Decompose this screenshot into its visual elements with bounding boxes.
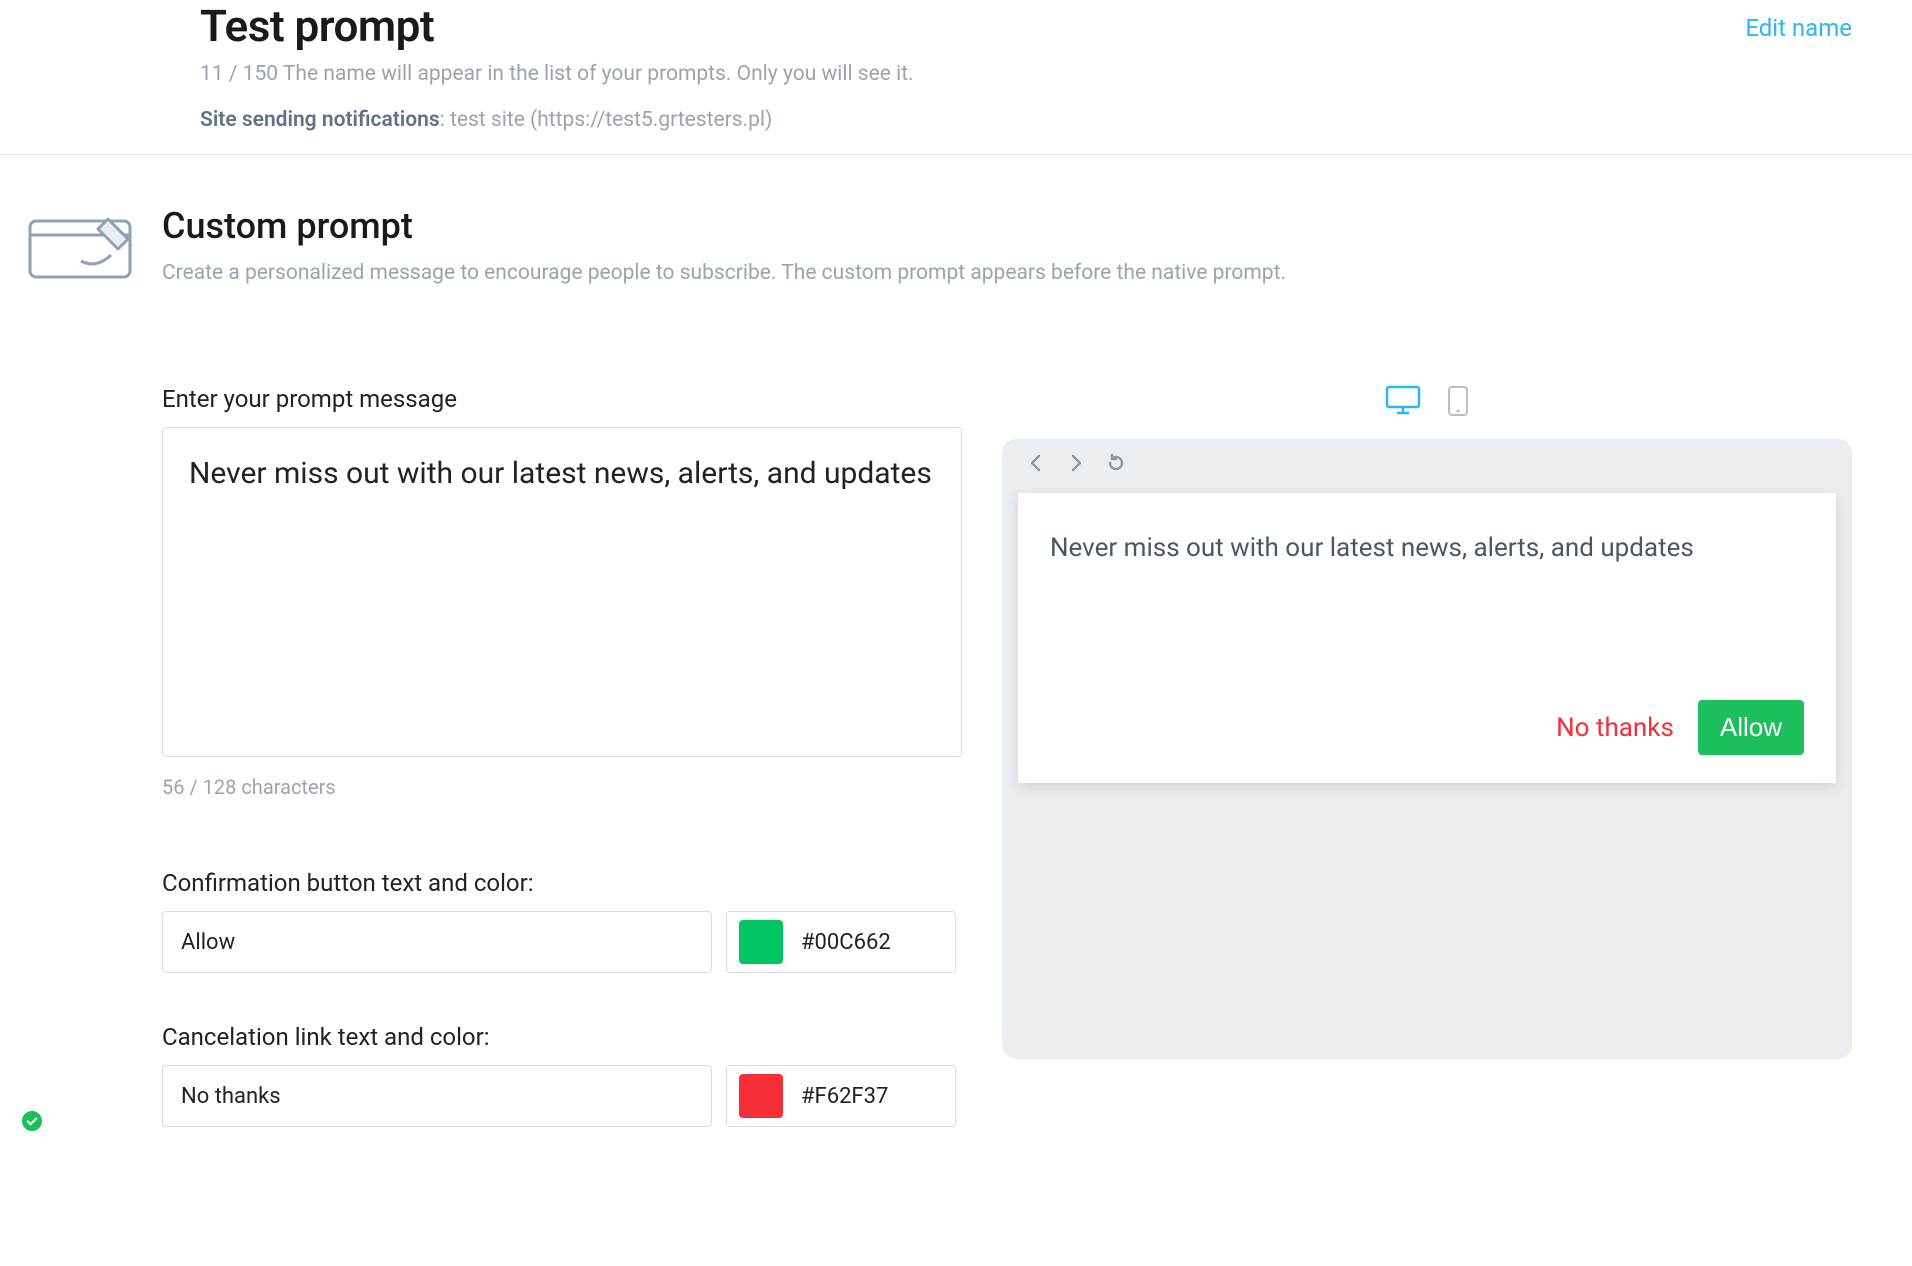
cancel-color-input[interactable]: #F62F37	[726, 1065, 956, 1127]
site-info: Site sending notifications: test site (h…	[200, 108, 1912, 132]
browser-bar	[1002, 439, 1852, 493]
preview-allow-button[interactable]: Allow	[1698, 700, 1804, 755]
site-info-label: Site sending notifications	[200, 108, 440, 132]
forward-icon	[1066, 453, 1086, 479]
preview-message: Never miss out with our latest news, ale…	[1050, 531, 1804, 700]
mobile-icon	[1447, 385, 1469, 417]
name-hint-text: The name will appear in the list of your…	[283, 62, 914, 86]
confirm-color-input[interactable]: #00C662	[726, 911, 956, 973]
message-label: Enter your prompt message	[162, 385, 962, 413]
preview-prompt-card: Never miss out with our latest news, ale…	[1018, 493, 1836, 783]
name-hint: 11 / 150 The name will appear in the lis…	[200, 62, 1912, 86]
desktop-tab[interactable]	[1385, 385, 1421, 421]
preview-cancel-link[interactable]: No thanks	[1556, 713, 1674, 743]
confirm-text-input[interactable]	[162, 911, 712, 973]
preview-frame: Never miss out with our latest news, ale…	[1002, 439, 1852, 1059]
confirm-color-swatch	[739, 920, 783, 964]
cancel-label: Cancelation link text and color:	[162, 1023, 962, 1051]
custom-prompt-icon	[26, 211, 136, 1127]
name-char-counter: 11 / 150	[200, 62, 278, 86]
site-info-value: : test site (https://test5.grtesters.pl)	[440, 108, 773, 132]
section-title: Custom prompt	[162, 205, 1852, 247]
device-tabs	[1002, 385, 1852, 421]
check-icon	[20, 1109, 44, 1133]
cancel-color-swatch	[739, 1074, 783, 1118]
header: Test prompt Edit name 11 / 150 The name …	[0, 0, 1912, 155]
back-icon	[1026, 453, 1046, 479]
reload-icon	[1106, 453, 1126, 479]
edit-name-link[interactable]: Edit name	[1745, 14, 1852, 42]
page-title: Test prompt	[200, 0, 1745, 52]
desktop-icon	[1385, 385, 1421, 415]
confirm-color-value: #00C662	[801, 930, 891, 955]
confirm-label: Confirmation button text and color:	[162, 869, 962, 897]
mobile-tab[interactable]	[1447, 385, 1469, 421]
cancel-color-value: #F62F37	[801, 1084, 888, 1109]
section-description: Create a personalized message to encoura…	[162, 261, 1852, 285]
prompt-message-input[interactable]	[162, 427, 962, 757]
message-char-counter: 56 / 128 characters	[162, 775, 962, 799]
cancel-text-input[interactable]	[162, 1065, 712, 1127]
